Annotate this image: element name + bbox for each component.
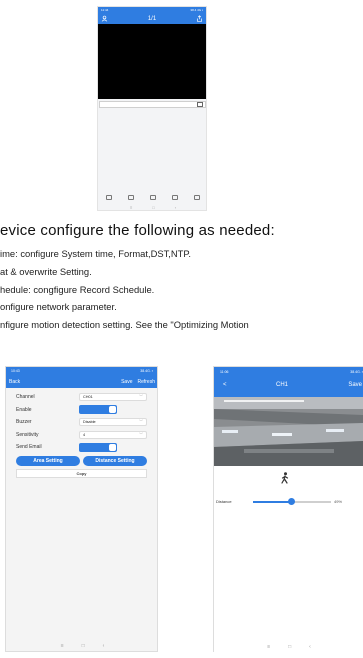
instruction-list: ime: configure System time, Format,DST,N… xyxy=(0,248,363,337)
motion-header: 10:43 38.4G. ▪ Back Save Refresh xyxy=(6,367,157,388)
chevron-down-icon: ﹀ xyxy=(139,419,143,425)
enable-label: Enable xyxy=(16,406,32,413)
page-indicator: 1/1 xyxy=(147,15,157,22)
back-nav-icon[interactable]: ‹ xyxy=(175,205,176,210)
system-nav-bar: ≡ □ ‹ xyxy=(214,641,363,652)
playback-phone-screenshot: 11:44 38.4 4G ▪ 1/1 ≡ □ ‹ xyxy=(97,6,207,211)
camera-preview xyxy=(214,397,363,466)
walking-person-icon xyxy=(281,472,289,484)
setting-buttons: Area Setting Distance Setting xyxy=(9,454,154,466)
header-actions: Save Refresh xyxy=(121,379,155,385)
home-nav-icon[interactable]: □ xyxy=(82,643,85,649)
menu-nav-icon[interactable]: ≡ xyxy=(130,205,132,210)
menu-nav-icon[interactable]: ≡ xyxy=(61,643,64,649)
system-nav-bar: ≡ □ ‹ xyxy=(6,640,157,651)
back-button[interactable]: Back xyxy=(9,379,20,385)
channel-label: Channel xyxy=(16,394,35,401)
status-time: 11:44 xyxy=(101,8,109,12)
home-nav-icon[interactable]: □ xyxy=(152,205,154,210)
instruction-line: ime: configure System time, Format,DST,N… xyxy=(0,248,192,259)
refresh-button[interactable]: Refresh xyxy=(137,379,155,385)
status-bar: 11:06 38.4G. ▪ xyxy=(220,370,363,374)
channel-title: CH1 xyxy=(276,382,289,388)
status-bar: 10:43 38.4G. ▪ xyxy=(11,369,153,373)
timeline-bar[interactable] xyxy=(99,101,206,108)
motion-settings-screenshot: 10:43 38.4G. ▪ Back Save Refresh Channel… xyxy=(5,366,158,652)
status-time: 11:06 xyxy=(220,370,229,374)
video-playback-area[interactable] xyxy=(98,24,206,99)
speaker-icon[interactable] xyxy=(172,194,178,200)
instruction-line: onfigure network parameter. xyxy=(0,301,117,313)
channel-select[interactable]: CH01 ﹀ xyxy=(79,393,147,402)
instruction-line: hedule: congfigure Record Schedule. xyxy=(0,283,155,295)
share-icon[interactable] xyxy=(196,15,203,22)
save-button[interactable]: Save xyxy=(121,379,132,385)
send-email-row: Send Email xyxy=(9,441,154,454)
status-indicators: 38.4G. ▪ xyxy=(350,370,363,374)
channel-row: Channel CH01 ﹀ xyxy=(9,391,154,404)
distance-slider-knob[interactable] xyxy=(287,498,295,505)
distance-slider[interactable] xyxy=(253,498,331,505)
section-heading: evice configure the following as needed: xyxy=(0,222,275,239)
buzzer-select[interactable]: Disable ﹀ xyxy=(79,418,147,427)
grid-icon[interactable] xyxy=(150,194,156,200)
menu-nav-icon[interactable]: ≡ xyxy=(267,644,270,650)
user-icon[interactable] xyxy=(101,15,108,22)
sensitivity-row: Sensitivity 4 ﹀ xyxy=(9,429,154,442)
sensitivity-label: Sensitivity xyxy=(16,431,39,438)
toggle-knob xyxy=(109,443,116,451)
distance-percent: 49% xyxy=(334,499,343,504)
download-icon[interactable] xyxy=(194,194,200,200)
instruction-line: at & overwrite Setting. xyxy=(0,265,92,277)
save-button[interactable]: Save xyxy=(348,382,362,388)
system-nav-bar: ≡ □ ‹ xyxy=(98,203,206,210)
buzzer-value: Disable xyxy=(83,420,96,425)
back-button[interactable]: < xyxy=(223,382,227,388)
home-nav-icon[interactable]: □ xyxy=(288,644,291,650)
playback-header: 1/1 xyxy=(98,13,206,24)
instruction-line: nfigure motion detection setting. See th… xyxy=(0,319,249,331)
motion-settings-form: Channel CH01 ﹀ Enable Buzzer Disable ﹀ S… xyxy=(6,388,157,481)
distance-slider-fill xyxy=(253,501,292,503)
buzzer-label: Buzzer xyxy=(16,419,32,426)
copy-button[interactable]: Copy xyxy=(16,468,147,478)
toggle-knob xyxy=(109,406,116,414)
sensitivity-select[interactable]: 4 ﹀ xyxy=(79,430,147,439)
back-nav-icon[interactable]: ‹ xyxy=(309,644,311,650)
distance-setting-screenshot: 11:06 38.4G. ▪ < CH1 Save Distance 49% ≡… xyxy=(213,366,363,652)
status-indicators: 38.4G. ▪ xyxy=(140,369,153,373)
distance-header: 11:06 38.4G. ▪ < CH1 Save xyxy=(214,367,363,397)
enable-toggle[interactable] xyxy=(79,405,117,415)
playback-toolbar xyxy=(98,193,206,201)
distance-slider-row: Distance 49% xyxy=(214,497,363,507)
back-nav-icon[interactable]: ‹ xyxy=(103,643,105,649)
area-setting-button[interactable]: Area Setting xyxy=(16,455,80,466)
distance-label: Distance xyxy=(216,499,232,504)
send-email-toggle[interactable] xyxy=(79,442,117,452)
status-time: 10:43 xyxy=(11,369,20,373)
enable-row: Enable xyxy=(9,404,154,417)
buzzer-row: Buzzer Disable ﹀ xyxy=(9,416,154,429)
distance-setting-button[interactable]: Distance Setting xyxy=(83,455,147,466)
calendar-icon[interactable] xyxy=(197,102,203,107)
send-email-label: Send Email xyxy=(16,444,42,451)
chevron-down-icon: ﹀ xyxy=(139,394,143,400)
camera-icon[interactable] xyxy=(106,194,112,200)
chevron-down-icon: ﹀ xyxy=(139,431,143,437)
folder-icon[interactable] xyxy=(128,194,134,200)
sensitivity-value: 4 xyxy=(83,432,86,437)
status-indicators: 38.4 4G ▪ xyxy=(190,8,203,12)
channel-value: CH01 xyxy=(83,395,93,400)
